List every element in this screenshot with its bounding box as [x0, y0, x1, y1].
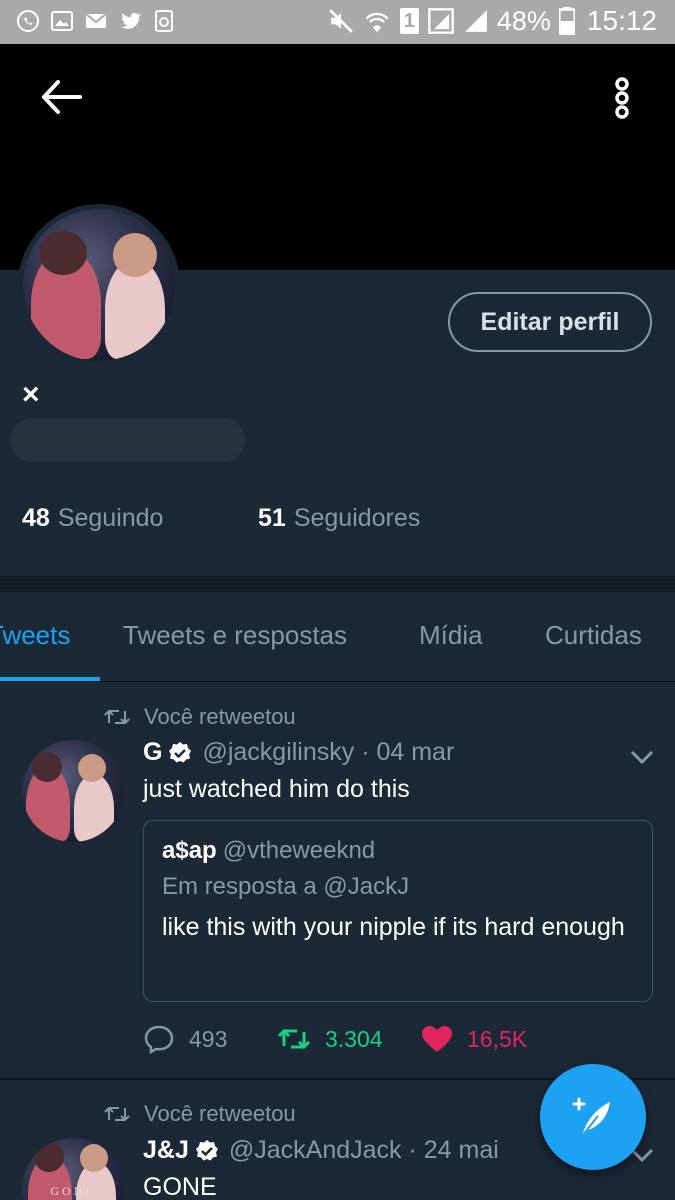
- following-stat[interactable]: 48 Seguindo: [22, 504, 258, 533]
- clock: 15:12: [586, 5, 657, 36]
- mute-icon: [328, 9, 353, 33]
- retweet-context: Você retweetou: [104, 704, 296, 730]
- section-divider: [0, 576, 675, 592]
- profile-tabs: Tweets Tweets e respostas Mídia Curtidas: [0, 592, 675, 682]
- like-count: 16,5K: [467, 1025, 528, 1052]
- tweet-author-name[interactable]: G: [143, 738, 162, 767]
- reply-action[interactable]: 493: [143, 1024, 277, 1054]
- gallery-icon: [51, 11, 73, 31]
- recycle-icon: [155, 10, 173, 32]
- more-options-icon[interactable]: [606, 76, 638, 120]
- tweet-text: just watched him do this: [143, 775, 410, 803]
- followers-stat[interactable]: 51 Seguidores: [258, 504, 420, 533]
- following-label: Seguindo: [57, 504, 164, 532]
- back-arrow-icon[interactable]: [36, 74, 86, 120]
- quoted-tweet[interactable]: a$ap @vtheweeknd Em resposta a @JackJ lik…: [143, 820, 653, 1002]
- profile-name: ×: [22, 378, 40, 411]
- retweet-small-icon: [104, 709, 130, 725]
- reply-icon: [144, 1025, 174, 1054]
- tweet-header: J&J @JackAndJack · 24 mai: [143, 1136, 499, 1165]
- tab-likes[interactable]: Curtidas: [545, 620, 642, 651]
- avatar-caption: GONE: [50, 1184, 96, 1198]
- verified-badge-icon: [169, 741, 192, 762]
- quoted-text: like this with your nipple if its hard e…: [162, 913, 625, 941]
- retweet-label: Você retweetou: [144, 1101, 296, 1126]
- sim-slot-badge: 1: [399, 8, 419, 34]
- chevron-down-icon[interactable]: [628, 748, 656, 766]
- twitter-icon: [121, 12, 142, 29]
- retweet-icon: [277, 1028, 311, 1050]
- like-action[interactable]: 16,5K: [421, 1025, 527, 1053]
- avatar-photo: [23, 209, 175, 361]
- heart-icon: [422, 1026, 452, 1052]
- tweet-handle-date: @JackAndJack · 24 mai: [228, 1136, 499, 1164]
- tweet-header: G @jackgilinsky · 04 mar: [143, 738, 454, 767]
- wifi-icon: [365, 12, 389, 33]
- retweet-count: 3.304: [325, 1025, 383, 1052]
- signal-icon: [428, 8, 454, 34]
- signal-bars-icon: [465, 10, 487, 32]
- battery-icon: [558, 7, 575, 35]
- followers-count: 51: [258, 504, 286, 532]
- compose-tweet-button[interactable]: [540, 1064, 646, 1170]
- following-count: 48: [22, 504, 50, 532]
- redacted-handle: [10, 418, 245, 462]
- followers-label: Seguidores: [293, 504, 421, 532]
- tweet-actions: 493 3.304 16,5K: [143, 1024, 527, 1054]
- retweet-small-icon: [104, 1106, 130, 1122]
- edit-profile-button[interactable]: Editar perfil: [448, 292, 652, 352]
- tab-tweets-and-replies[interactable]: Tweets e respostas: [123, 620, 347, 651]
- quoted-author-name: a$ap: [162, 837, 217, 864]
- battery-percent: 48%: [496, 5, 551, 36]
- tweet-handle-date: @jackgilinsky · 04 mar: [202, 738, 455, 766]
- tweet-avatar[interactable]: [22, 740, 124, 842]
- tab-tweets[interactable]: Tweets: [0, 620, 70, 651]
- reply-to-label[interactable]: Em resposta a @JackJ: [162, 873, 634, 901]
- tweet-avatar[interactable]: GONE: [22, 1138, 124, 1200]
- verified-badge-icon: [195, 1139, 218, 1160]
- tweet-text: GONE: [143, 1173, 217, 1200]
- retweet-label: Você retweetou: [144, 704, 296, 729]
- status-bar: 1 48% 15:12: [0, 0, 675, 44]
- tweet-author-name[interactable]: J&J: [143, 1136, 189, 1165]
- tab-media[interactable]: Mídia: [419, 620, 483, 651]
- reply-count: 493: [189, 1025, 228, 1052]
- retweet-context: Você retweetou: [104, 1101, 296, 1127]
- retweet-action[interactable]: 3.304: [277, 1026, 421, 1053]
- profile-avatar[interactable]: [18, 204, 180, 366]
- follow-stats: 48 Seguindo 51 Seguidores: [22, 504, 420, 533]
- quoted-handle: @vtheweeknd: [222, 837, 376, 864]
- compose-feather-icon: [572, 1097, 610, 1137]
- active-tab-indicator: [0, 677, 100, 681]
- whatsapp-icon: [17, 10, 39, 32]
- mail-icon: [85, 13, 107, 28]
